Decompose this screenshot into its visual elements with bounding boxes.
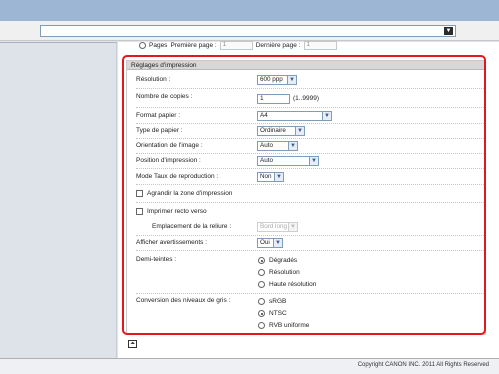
paper-size-value: A4 bbox=[260, 112, 268, 119]
binding-select[interactable]: Bord long ▼ bbox=[257, 222, 298, 232]
pages-label: Pages bbox=[149, 41, 168, 49]
orientation-value: Auto bbox=[260, 142, 273, 149]
paper-type-value: Ordinaire bbox=[260, 127, 286, 134]
reproduction-ratio-value: Non bbox=[260, 173, 272, 180]
grayscale-radio-uniform-rgb[interactable] bbox=[258, 322, 265, 329]
binding-value: Bord long bbox=[260, 223, 287, 230]
grayscale-radio-ntsc[interactable] bbox=[258, 310, 265, 317]
copies-label: Nombre de copies : bbox=[136, 93, 193, 100]
halftones-radio-gradations[interactable] bbox=[258, 257, 265, 264]
resolution-value: 600 ppp bbox=[260, 76, 283, 83]
halftones-option-label: Résolution bbox=[269, 269, 300, 276]
last-page-input[interactable]: 1 bbox=[303, 40, 337, 50]
address-input[interactable]: ▼ bbox=[40, 25, 456, 37]
chevron-down-icon: ▼ bbox=[309, 157, 318, 165]
grayscale-label: Conversion des niveaux de gris : bbox=[136, 297, 231, 304]
halftones-option-label: Haute résolution bbox=[269, 281, 317, 288]
resolution-select[interactable]: 600 ppp ▼ bbox=[257, 75, 297, 85]
pages-radio[interactable] bbox=[139, 41, 146, 49]
warnings-select[interactable]: Oui ▼ bbox=[257, 238, 283, 248]
divider bbox=[136, 202, 484, 203]
halftones-radio-resolution[interactable] bbox=[258, 269, 265, 276]
copies-range: (1..9999) bbox=[293, 95, 320, 102]
reproduction-ratio-select[interactable]: Non ▼ bbox=[257, 172, 284, 182]
pages-range-row: Pages Première page : 1 Dernière page : … bbox=[139, 40, 337, 50]
left-panel bbox=[0, 42, 117, 358]
chevron-down-icon: ▼ bbox=[274, 173, 283, 181]
footer: Copyright CANON INC. 2011 All Rights Res… bbox=[0, 358, 499, 374]
grayscale-option-label: RVB uniforme bbox=[269, 322, 310, 329]
enlarge-area-label: Agrandir la zone d'impression bbox=[147, 190, 233, 197]
orientation-select[interactable]: Auto ▼ bbox=[257, 141, 298, 151]
warnings-label: Afficher avertissements : bbox=[136, 239, 208, 246]
halftones-label: Demi-teintes : bbox=[136, 256, 177, 263]
warnings-value: Oui bbox=[260, 239, 270, 246]
grayscale-radio-srgb[interactable] bbox=[258, 298, 265, 305]
halftones-option-label: Dégradés bbox=[269, 257, 298, 264]
print-position-label: Position d'impression : bbox=[136, 157, 201, 164]
left-panel-divider bbox=[0, 42, 117, 43]
chevron-down-icon: ▼ bbox=[322, 112, 331, 120]
chevron-down-icon: ▼ bbox=[295, 127, 304, 135]
window-title-bar bbox=[0, 0, 499, 21]
first-page-input[interactable]: 1 bbox=[219, 40, 253, 50]
chevron-down-icon: ▼ bbox=[287, 76, 296, 84]
last-page-label: Dernière page : bbox=[255, 41, 301, 49]
divider bbox=[136, 184, 484, 185]
print-position-value: Auto bbox=[260, 157, 273, 164]
paper-size-select[interactable]: A4 ▼ bbox=[257, 111, 332, 121]
duplex-checkbox[interactable] bbox=[136, 208, 143, 215]
section-title: Réglages d'impression bbox=[127, 61, 485, 70]
duplex-label: Imprimer recto verso bbox=[147, 208, 207, 215]
reproduction-ratio-label: Mode Taux de reproduction : bbox=[136, 173, 219, 180]
grayscale-option-label: NTSC bbox=[269, 310, 287, 317]
grayscale-option-label: sRGB bbox=[269, 298, 287, 305]
chevron-down-icon: ▼ bbox=[288, 223, 297, 231]
enlarge-area-checkbox[interactable] bbox=[136, 190, 143, 197]
copies-input[interactable]: 1 bbox=[257, 94, 290, 104]
paper-type-label: Type de papier : bbox=[136, 127, 183, 134]
chevron-down-icon: ▼ bbox=[288, 142, 297, 150]
address-dropdown-icon[interactable]: ▼ bbox=[444, 27, 453, 35]
print-settings-section: Réglages d'impression Résolution : 600 p… bbox=[126, 60, 486, 335]
orientation-label: Orientation de l'image : bbox=[136, 142, 203, 149]
divider bbox=[136, 123, 484, 124]
chevron-down-icon: ▼ bbox=[273, 239, 282, 247]
binding-label: Emplacement de la reliure : bbox=[152, 223, 232, 230]
divider bbox=[136, 107, 484, 108]
divider bbox=[136, 235, 484, 236]
paper-type-select[interactable]: Ordinaire ▼ bbox=[257, 126, 305, 136]
divider bbox=[136, 168, 484, 169]
halftones-radio-high-resolution[interactable] bbox=[258, 281, 265, 288]
divider bbox=[136, 250, 484, 251]
divider bbox=[136, 138, 484, 139]
divider bbox=[136, 153, 484, 154]
divider bbox=[136, 88, 484, 89]
divider bbox=[136, 293, 484, 294]
address-bar: ▼ bbox=[0, 21, 499, 41]
scroll-icon[interactable]: ⏶ bbox=[128, 340, 137, 348]
print-position-select[interactable]: Auto ▼ bbox=[257, 156, 319, 166]
paper-size-label: Format papier : bbox=[136, 112, 181, 119]
first-page-label: Première page : bbox=[170, 41, 217, 49]
resolution-label: Résolution : bbox=[136, 76, 171, 83]
copyright-text: Copyright CANON INC. 2011 All Rights Res… bbox=[357, 362, 489, 368]
